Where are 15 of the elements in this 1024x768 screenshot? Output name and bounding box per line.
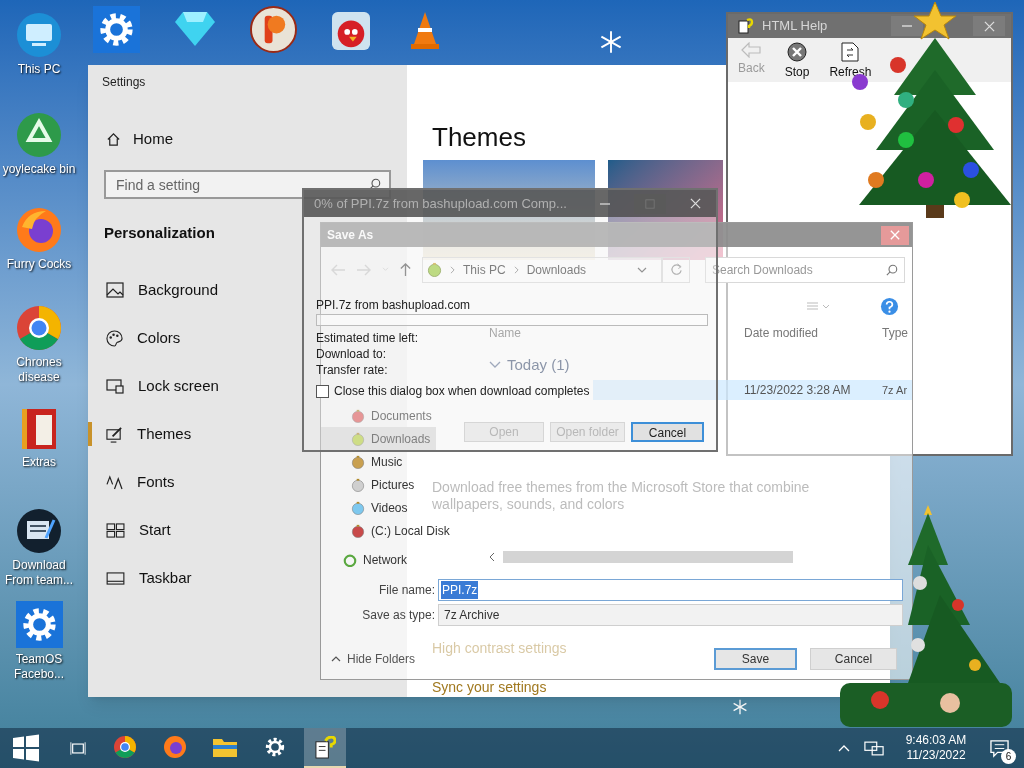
date-cell: 11/23/2022 3:28 AM bbox=[744, 383, 851, 397]
type-cell: 7z Ar bbox=[882, 384, 908, 396]
field-label: Download to: bbox=[316, 346, 387, 362]
field-label: Save as type: bbox=[362, 607, 435, 624]
page-heading: Themes bbox=[432, 121, 526, 154]
field-label: Estimated time left: bbox=[316, 330, 419, 346]
window-title: Settings bbox=[102, 75, 146, 89]
source-text: PPI.7z from bashupload.com bbox=[316, 298, 471, 312]
section-heading: Personalization bbox=[104, 223, 215, 240]
window-title: HTML Help bbox=[762, 17, 828, 36]
notification-count: 6 bbox=[1001, 749, 1016, 764]
field-label: File name: bbox=[378, 582, 435, 599]
field-label: Transfer rate: bbox=[316, 362, 388, 378]
description-text: Download free themes from the Microsoft Store that combine wallpapers, sounds, and colors bbox=[432, 479, 811, 513]
window-title: Save As bbox=[327, 227, 374, 244]
